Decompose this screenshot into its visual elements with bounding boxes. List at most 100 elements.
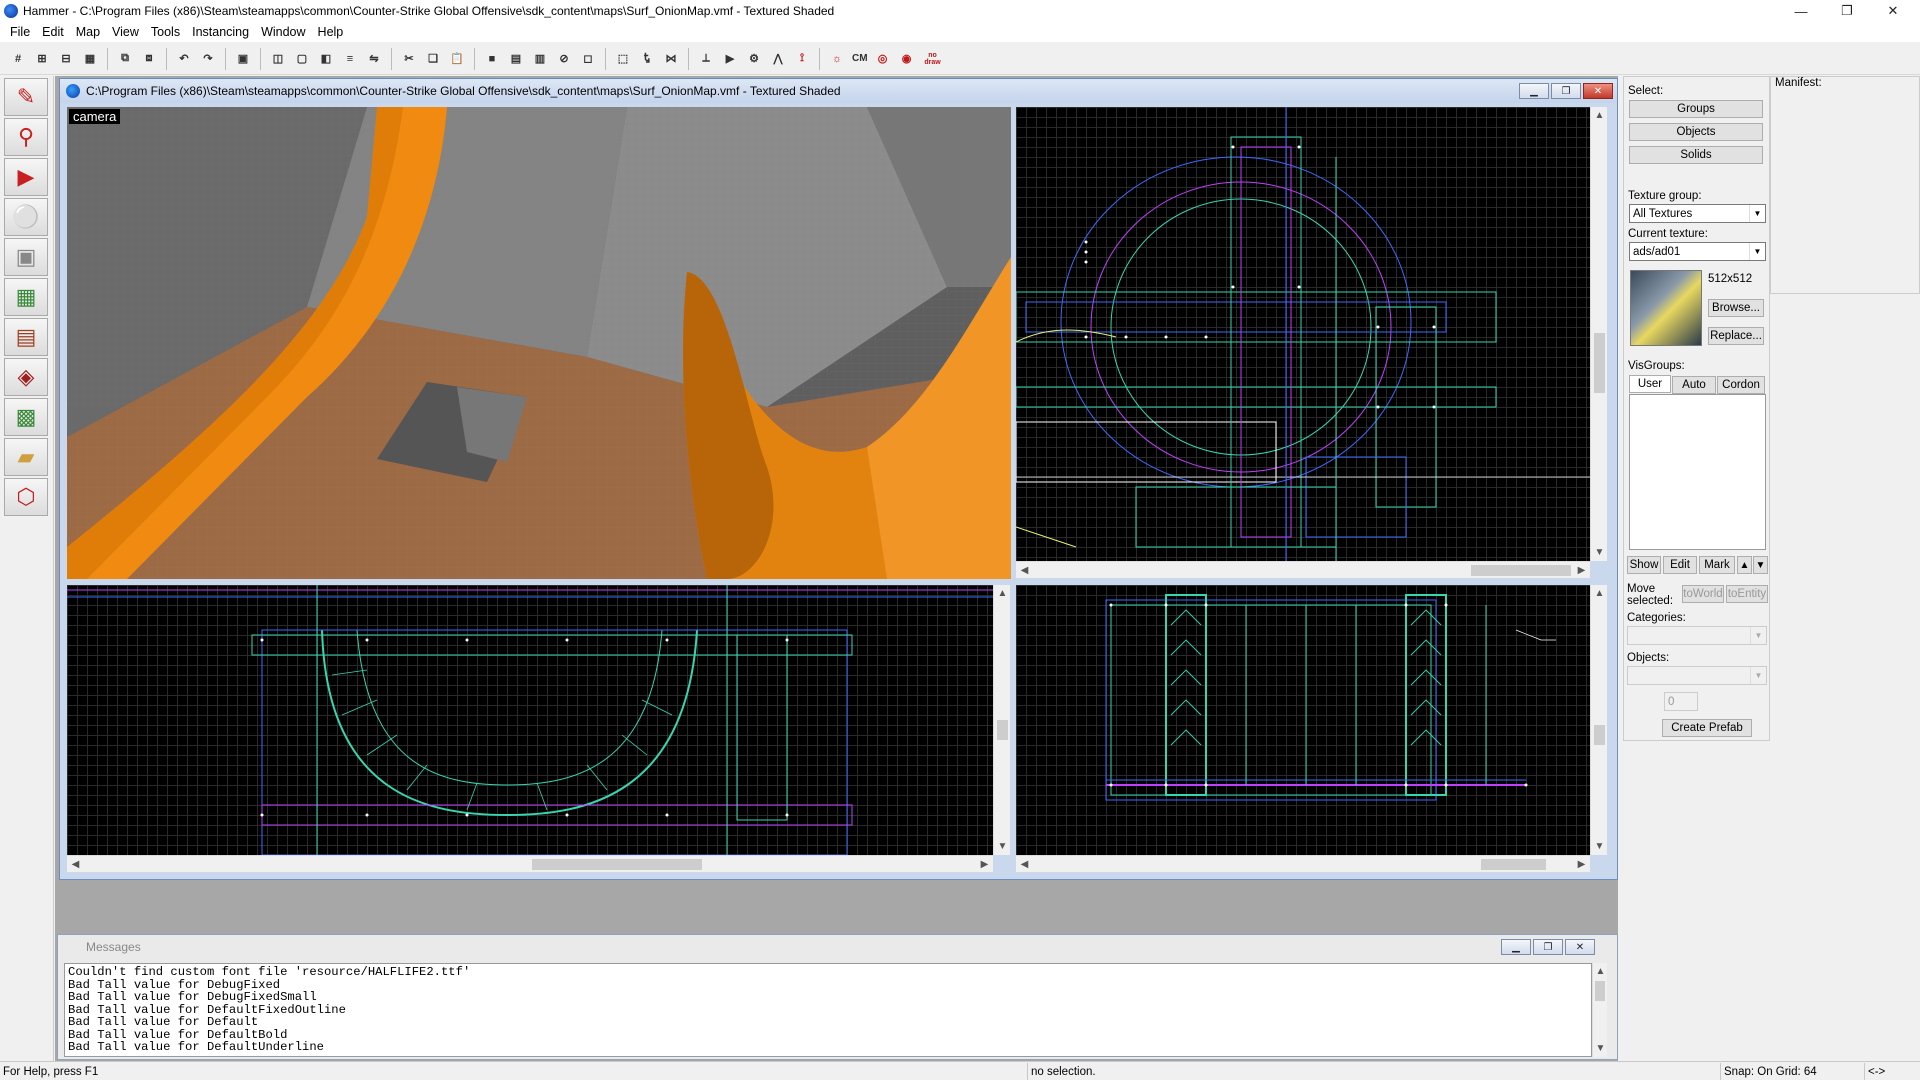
scroll-down-arrow-icon[interactable]: ▼ [1593, 1040, 1608, 1057]
compile-icon[interactable]: ⚙ [744, 49, 764, 69]
menu-window[interactable]: Window [255, 25, 311, 39]
menu-map[interactable]: Map [70, 25, 106, 39]
model-icon[interactable]: ⋀ [768, 49, 788, 69]
create-prefab-button[interactable]: Create Prefab [1662, 719, 1752, 737]
front-2d-viewport[interactable] [67, 585, 993, 855]
grid-smaller-icon[interactable]: ⊞ [32, 49, 52, 69]
check-problems-icon[interactable]: ◻ [578, 49, 598, 69]
menu-edit[interactable]: Edit [36, 25, 70, 39]
map-window-restore-button[interactable]: ❐ [1551, 83, 1581, 99]
camera-tool-icon[interactable]: ▶ [4, 158, 48, 196]
messages-restore-button[interactable]: ❐ [1533, 939, 1563, 955]
objects-dropdown[interactable]: ▼ [1627, 666, 1767, 685]
decal-tool-icon[interactable]: ◈ [4, 358, 48, 396]
texture-lock-icon[interactable]: ◧ [316, 49, 336, 69]
group-icon[interactable]: ⧉ [115, 49, 135, 69]
scroll-up-arrow-icon[interactable]: ▲ [1593, 963, 1608, 980]
messages-minimize-button[interactable]: ▁ [1501, 939, 1531, 955]
top-2d-viewport[interactable] [1016, 107, 1590, 561]
magnify-tool-icon[interactable]: ⚲ [4, 118, 48, 156]
cut-icon[interactable]: ✂ [399, 49, 419, 69]
paste-icon[interactable]: 📋 [447, 49, 467, 69]
copy-icon[interactable]: ❏ [423, 49, 443, 69]
top-view-vertical-scrollbar[interactable]: ▲ ▼ [1590, 107, 1607, 561]
scroll-right-arrow-icon[interactable]: ▶ [976, 856, 993, 873]
texture-group-dropdown[interactable]: All Textures ▼ [1629, 204, 1766, 223]
move-down-arrow-icon[interactable]: ▼ [1753, 556, 1768, 574]
menu-help[interactable]: Help [312, 25, 350, 39]
menu-instancing[interactable]: Instancing [186, 25, 255, 39]
tab-user[interactable]: User [1629, 375, 1671, 393]
selection-mode-icon[interactable]: ⬚ [613, 49, 633, 69]
ungroup-icon[interactable]: ⧈ [139, 49, 159, 69]
visgroup-icon[interactable]: ⟟ [792, 49, 812, 69]
cubemap-icon[interactable]: ◎ [873, 49, 893, 69]
menu-view[interactable]: View [106, 25, 145, 39]
tab-cordon[interactable]: Cordon [1717, 376, 1765, 394]
scroll-up-arrow-icon[interactable]: ▲ [994, 585, 1011, 602]
show-button[interactable]: Show [1627, 556, 1661, 574]
entity-tool-icon[interactable]: ⚪ [4, 198, 48, 236]
align-icon[interactable]: ≡ [340, 49, 360, 69]
close-button[interactable]: ✕ [1870, 0, 1916, 22]
nodraw-icon[interactable]: ◉ [897, 49, 917, 69]
lighting-icon[interactable]: ☼ [827, 49, 847, 69]
flip-icon[interactable]: ⇋ [364, 49, 384, 69]
visgroups-list[interactable] [1629, 394, 1766, 550]
menu-tools[interactable]: Tools [145, 25, 186, 39]
current-texture-dropdown[interactable]: ads/ad01 ▼ [1629, 242, 1766, 261]
camera-viewport[interactable]: camera [67, 107, 1011, 579]
scroll-up-arrow-icon[interactable]: ▲ [1591, 585, 1608, 602]
clip-tool-icon[interactable]: ▰ [4, 438, 48, 476]
replace-button[interactable]: Replace... [1708, 327, 1764, 345]
texel-icon[interactable]: ⟂ [696, 49, 716, 69]
front-view-vertical-scrollbar[interactable]: ▲ ▼ [993, 585, 1010, 855]
side-view-horizontal-scrollbar[interactable]: ◀ ▶ [1016, 855, 1590, 872]
texture-tool-icon[interactable]: ▦ [4, 278, 48, 316]
texture-browser-icon[interactable]: Ꮏ [637, 49, 657, 69]
menu-file[interactable]: File [4, 25, 36, 39]
scroll-right-arrow-icon[interactable]: ▶ [1573, 856, 1590, 873]
scroll-up-arrow-icon[interactable]: ▲ [1591, 107, 1608, 124]
scroll-down-arrow-icon[interactable]: ▼ [1591, 544, 1608, 561]
hollow-icon[interactable]: ▢ [292, 49, 312, 69]
decal-icon[interactable]: ▤ [506, 49, 526, 69]
messages-close-button[interactable]: ✕ [1565, 939, 1595, 955]
block-tool-icon[interactable]: ▣ [4, 238, 48, 276]
tab-auto[interactable]: Auto [1672, 376, 1716, 394]
objects-count-spinner[interactable]: 0 [1664, 692, 1698, 711]
apply-texture-tool-icon[interactable]: ▤ [4, 318, 48, 356]
redo-icon[interactable]: ↷ [198, 49, 218, 69]
selection-tool-icon[interactable]: ✎ [4, 78, 48, 116]
cm-button[interactable]: CM [851, 49, 869, 69]
map-window-close-button[interactable]: ✕ [1583, 83, 1613, 99]
browse-button[interactable]: Browse... [1708, 299, 1764, 317]
hide-icon[interactable]: ▣ [233, 49, 253, 69]
scroll-right-arrow-icon[interactable]: ▶ [1573, 562, 1590, 579]
to-entity-button[interactable]: toEntity [1726, 585, 1768, 603]
minimize-button[interactable]: — [1778, 0, 1824, 22]
move-up-arrow-icon[interactable]: ▲ [1737, 556, 1752, 574]
grid-options-icon[interactable]: ▦ [80, 49, 100, 69]
scroll-left-arrow-icon[interactable]: ◀ [67, 856, 84, 873]
side-2d-viewport[interactable] [1016, 585, 1590, 855]
select-groups-button[interactable]: Groups [1629, 100, 1763, 118]
vertex-tool-icon[interactable]: ⬡ [4, 478, 48, 516]
messages-log[interactable]: Couldn't find custom font file 'resource… [64, 963, 1592, 1057]
scroll-left-arrow-icon[interactable]: ◀ [1016, 856, 1033, 873]
entity-report-icon[interactable]: ⊘ [554, 49, 574, 69]
overlay-tool-icon[interactable]: ▩ [4, 398, 48, 436]
scroll-down-arrow-icon[interactable]: ▼ [1591, 838, 1608, 855]
grid-toggle-icon[interactable]: # [8, 49, 28, 69]
toggle-3d-grid-icon[interactable]: ⋈ [661, 49, 681, 69]
scroll-down-arrow-icon[interactable]: ▼ [994, 838, 1011, 855]
nodraw-button[interactable]: no draw [921, 49, 945, 69]
mark-button[interactable]: Mark [1699, 556, 1735, 574]
texture-preview-thumbnail[interactable] [1630, 270, 1702, 346]
top-view-horizontal-scrollbar[interactable]: ◀ ▶ [1016, 561, 1590, 578]
map-window-minimize-button[interactable]: ▁ [1519, 83, 1549, 99]
select-solids-button[interactable]: Solids [1629, 146, 1763, 164]
front-view-horizontal-scrollbar[interactable]: ◀ ▶ [67, 855, 993, 872]
grid-larger-icon[interactable]: ⊟ [56, 49, 76, 69]
maximize-button[interactable]: ❐ [1824, 0, 1870, 22]
